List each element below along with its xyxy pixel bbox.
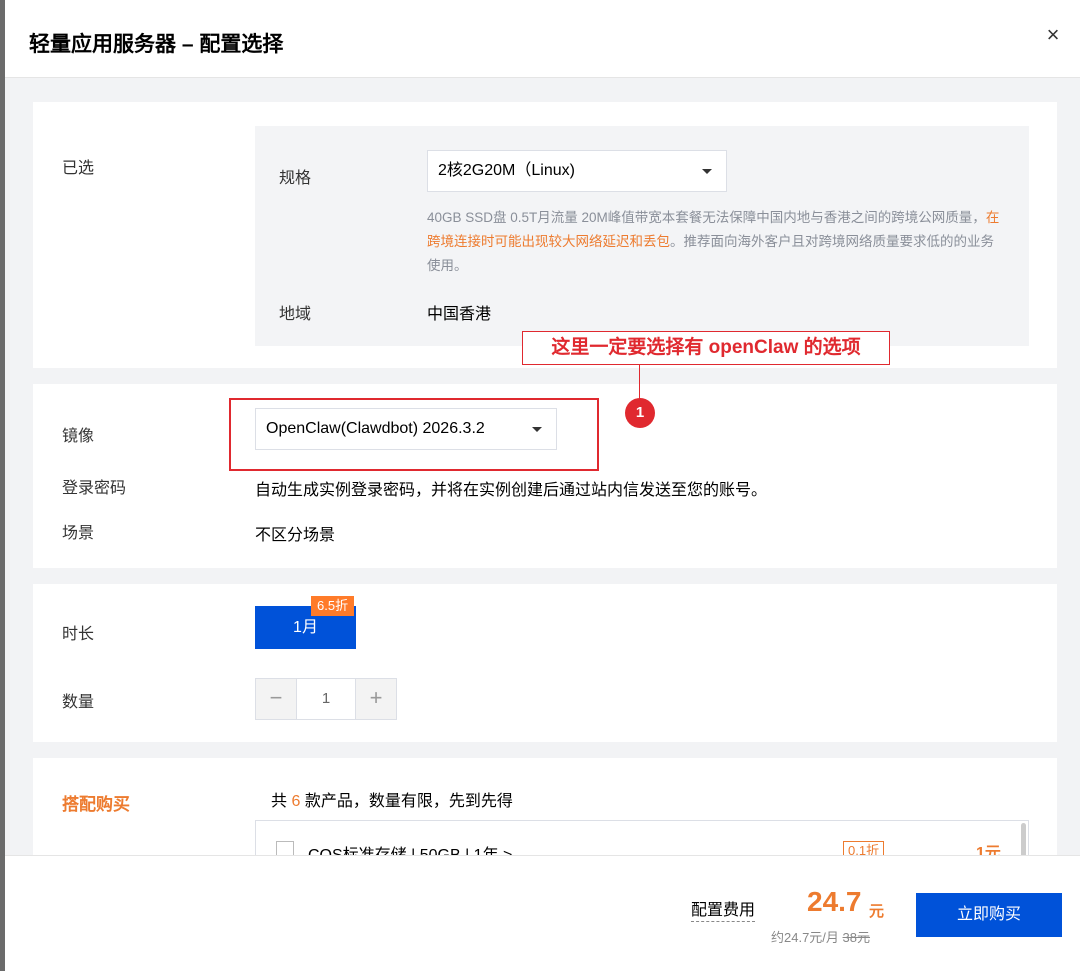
spec-select[interactable]: 2核2G20M（Linux)	[427, 150, 727, 192]
bundle-label: 搭配购买	[62, 795, 130, 814]
bundle-count: 6	[291, 793, 301, 810]
scene-label: 场景	[62, 525, 95, 542]
dialog-header: 轻量应用服务器 – 配置选择 ×	[5, 0, 1080, 78]
buy-now-button[interactable]: 立即购买	[916, 893, 1062, 937]
cost-label[interactable]: 配置费用	[691, 896, 756, 922]
image-select[interactable]: OpenClaw(Clawdbot) 2026.3.2	[255, 408, 557, 450]
footer-bar: 配置费用 24.7 元 约24.7元/月 38元 立即购买	[5, 855, 1080, 971]
monthly-price: 约24.7元/月 38元	[771, 927, 870, 946]
spec-select-value: 2核2G20M（Linux)	[438, 162, 575, 179]
chevron-down-icon	[702, 169, 712, 174]
discount-badge: 6.5折	[311, 596, 355, 616]
bundle-summary: 共 6 款产品，数量有限，先到先得	[271, 787, 513, 811]
image-section: 镜像 OpenClaw(Clawdbot) 2026.3.2 登录密码 自动生成…	[33, 384, 1057, 568]
price-unit: 元	[869, 903, 885, 920]
spec-box: 规格 2核2G20M（Linux) 40GB SSD盘 0.5T月流量 20M峰…	[255, 126, 1029, 346]
original-price: 38元	[842, 930, 871, 945]
plus-icon[interactable]: +	[355, 679, 396, 719]
chevron-down-icon	[532, 427, 542, 432]
spec-description-text: 40GB SSD盘 0.5T月流量 20M峰值带宽本套餐无法保障中国内地与香港之…	[427, 210, 986, 225]
spec-label: 规格	[279, 170, 312, 187]
selected-section: 已选 规格 2核2G20M（Linux) 40GB SSD盘 0.5T月流量 2…	[33, 102, 1057, 368]
total-price: 24.7	[807, 886, 862, 917]
image-label: 镜像	[62, 428, 95, 445]
scene-value: 不区分场景	[255, 527, 336, 544]
annotation-connector	[639, 365, 640, 399]
close-icon[interactable]: ×	[1042, 22, 1064, 48]
region-label: 地域	[279, 306, 312, 323]
image-select-value: OpenClaw(Clawdbot) 2026.3.2	[266, 420, 485, 437]
monthly-price-text: 约24.7元/月	[771, 930, 839, 945]
password-label: 登录密码	[62, 480, 127, 497]
minus-icon[interactable]: −	[256, 679, 297, 719]
bundle-count-suffix: 款产品，数量有限，先到先得	[304, 793, 513, 810]
dialog-title: 轻量应用服务器 – 配置选择	[29, 33, 284, 56]
quantity-input[interactable]: 1	[297, 679, 355, 719]
spec-description: 40GB SSD盘 0.5T月流量 20M峰值带宽本套餐无法保障中国内地与香港之…	[427, 206, 1007, 278]
region-value: 中国香港	[427, 306, 492, 323]
config-dialog: 轻量应用服务器 – 配置选择 × 已选 规格 2核2G20M（Linux) 40…	[5, 0, 1080, 971]
annotation-number: 1	[625, 398, 655, 428]
quantity-label: 数量	[62, 694, 95, 711]
quantity-stepper: − 1 +	[255, 678, 397, 720]
password-value: 自动生成实例登录密码，并将在实例创建后通过站内信发送至您的账号。	[255, 482, 768, 499]
bundle-count-prefix: 共	[271, 793, 288, 810]
selected-label: 已选	[62, 160, 95, 177]
annotation-note: 这里一定要选择有 openClaw 的选项	[522, 331, 890, 365]
duration-label: 时长	[62, 626, 95, 643]
duration-section: 时长 1月 6.5折 数量 − 1 +	[33, 584, 1057, 742]
